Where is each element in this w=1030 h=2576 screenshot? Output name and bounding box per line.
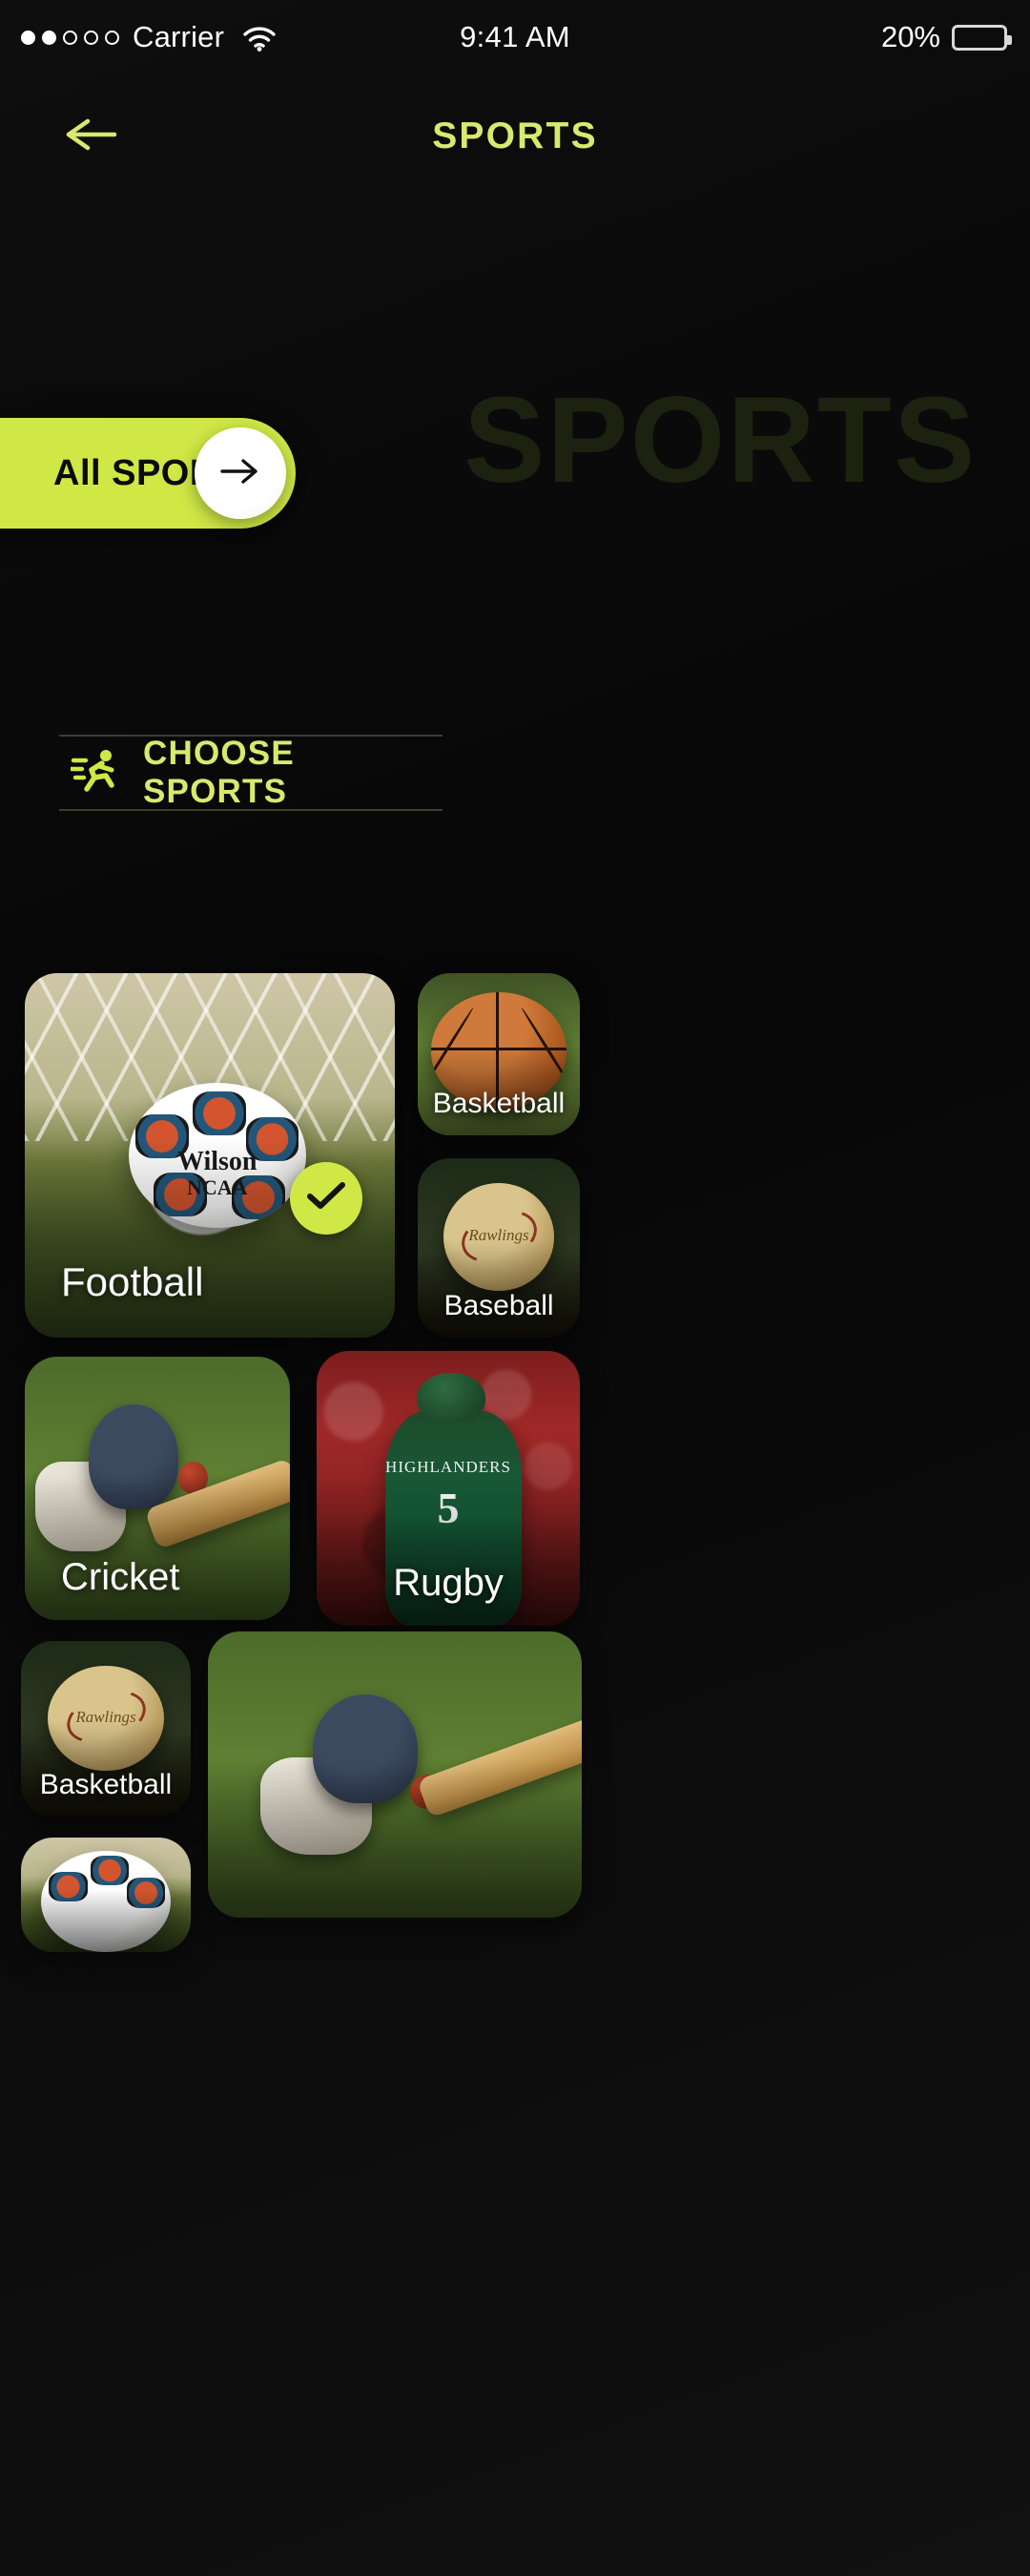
sport-card-label [21, 1937, 191, 1952]
status-bar: Carrier 9:41 AM 20% [0, 0, 1030, 74]
back-button[interactable] [59, 111, 126, 162]
check-icon [305, 1180, 347, 1217]
sport-card-basketball[interactable]: Basketball [418, 973, 580, 1135]
sport-card-label: Rugby [393, 1562, 504, 1604]
watermark-text: SPORTS [464, 372, 978, 509]
choose-sports-header[interactable]: CHOOSE SPORTS [59, 735, 443, 810]
sport-card-basketball-2[interactable]: Rawlings Basketball [21, 1641, 191, 1817]
sport-card-football-2[interactable] [21, 1838, 191, 1952]
sport-card-football[interactable]: Wilson NCAA Football [25, 973, 395, 1338]
sport-card-cricket-2[interactable] [208, 1631, 582, 1918]
app-screen: Carrier 9:41 AM 20% SPORTS SPORTS All SP… [0, 0, 1030, 2576]
all-sports-button[interactable]: All SPORTS [0, 418, 296, 529]
arrow-right-icon [216, 454, 264, 493]
status-bar-clock: 9:41 AM [460, 20, 570, 53]
rugby-helmet-graphic [416, 1373, 485, 1423]
sport-card-baseball[interactable]: Rawlings Baseball [418, 1158, 580, 1338]
sports-grid: Wilson NCAA Football [0, 973, 1030, 2576]
sport-card-rugby[interactable]: HIGHLANDERS 5 Rugby [317, 1351, 580, 1626]
sport-card-label [208, 1897, 582, 1918]
sport-card-label: Basketball [39, 1769, 173, 1800]
sport-card-label: Football [61, 1259, 204, 1304]
hero-section: SPORTS All SPORTS [0, 363, 1030, 592]
sport-card-label: Cricket [61, 1556, 180, 1598]
all-sports-arrow-button[interactable] [195, 427, 286, 519]
navigation-bar: SPORTS [0, 84, 1030, 189]
sport-card-label: Basketball [432, 1088, 566, 1119]
arrow-left-icon [59, 112, 122, 162]
running-person-icon [69, 745, 122, 801]
sport-card-cricket[interactable]: Cricket [25, 1357, 290, 1620]
selected-check-badge [290, 1162, 362, 1235]
page-title: SPORTS [432, 115, 598, 156]
battery-icon [952, 24, 1012, 51]
choose-sports-label: CHOOSE SPORTS [143, 735, 295, 810]
choose-sports-section: CHOOSE SPORTS [59, 735, 443, 811]
sport-card-label: Baseball [443, 1290, 554, 1321]
